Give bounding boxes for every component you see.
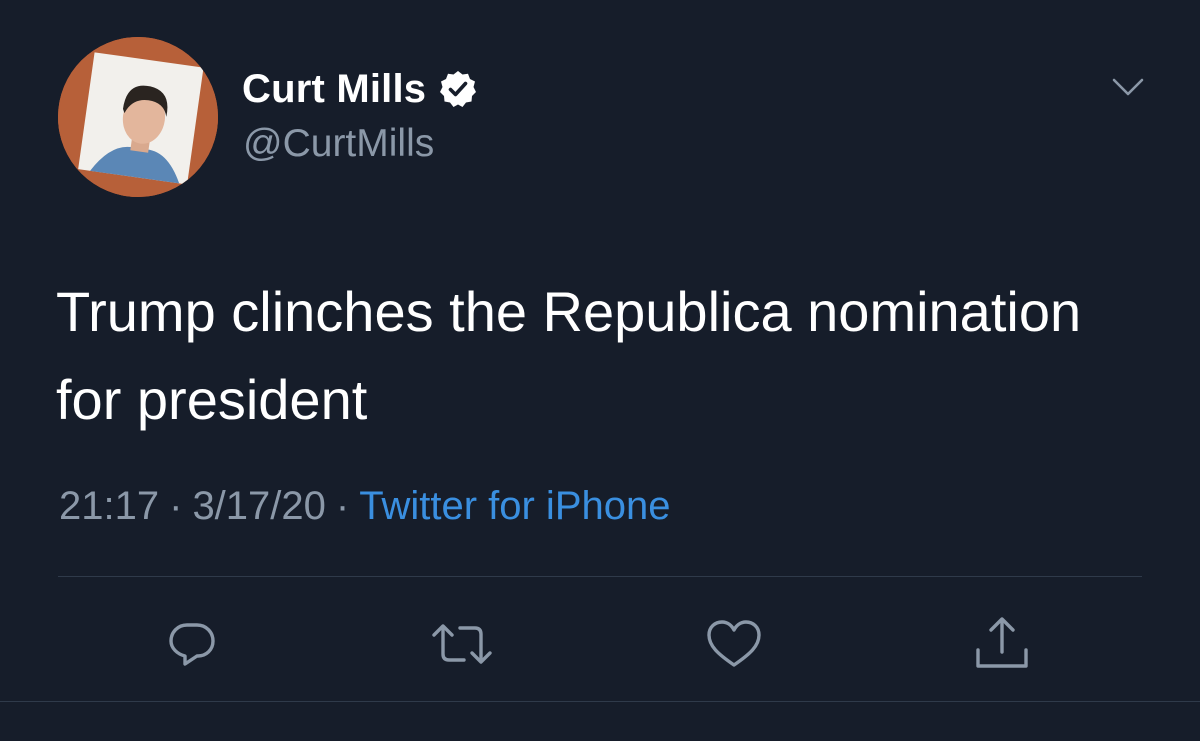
tweet-card: Curt Mills @CurtMills Trump clinches the… [0, 0, 1200, 741]
reply-icon [169, 623, 215, 666]
chevron-down-icon[interactable] [1108, 72, 1148, 102]
display-name[interactable]: Curt Mills [242, 67, 426, 112]
meta-separator: · [335, 484, 350, 528]
tweet-date: 3/17/20 [192, 484, 326, 528]
like-button[interactable] [702, 612, 766, 676]
user-handle[interactable]: @CurtMills [243, 122, 434, 166]
divider [0, 701, 1200, 702]
author-row[interactable]: Curt Mills [242, 64, 478, 114]
tweet-source-link[interactable]: Twitter for iPhone [359, 484, 670, 528]
tweet-time: 21:17 [59, 484, 160, 528]
share-icon [976, 617, 1028, 668]
divider [58, 576, 1142, 577]
verified-badge-icon [438, 69, 478, 109]
tweet-metadata: 21:17 · 3/17/20 · Twitter for iPhone [59, 484, 670, 529]
avatar[interactable] [58, 37, 218, 197]
retweet-icon [432, 624, 492, 664]
reply-button[interactable] [160, 612, 224, 676]
tweet-text: Trump clinches the Republica nomination … [56, 280, 1082, 431]
avatar-photo [58, 37, 218, 197]
heart-icon [707, 620, 761, 667]
share-button[interactable] [970, 612, 1034, 676]
meta-separator: · [169, 484, 183, 528]
retweet-button[interactable] [430, 612, 494, 676]
